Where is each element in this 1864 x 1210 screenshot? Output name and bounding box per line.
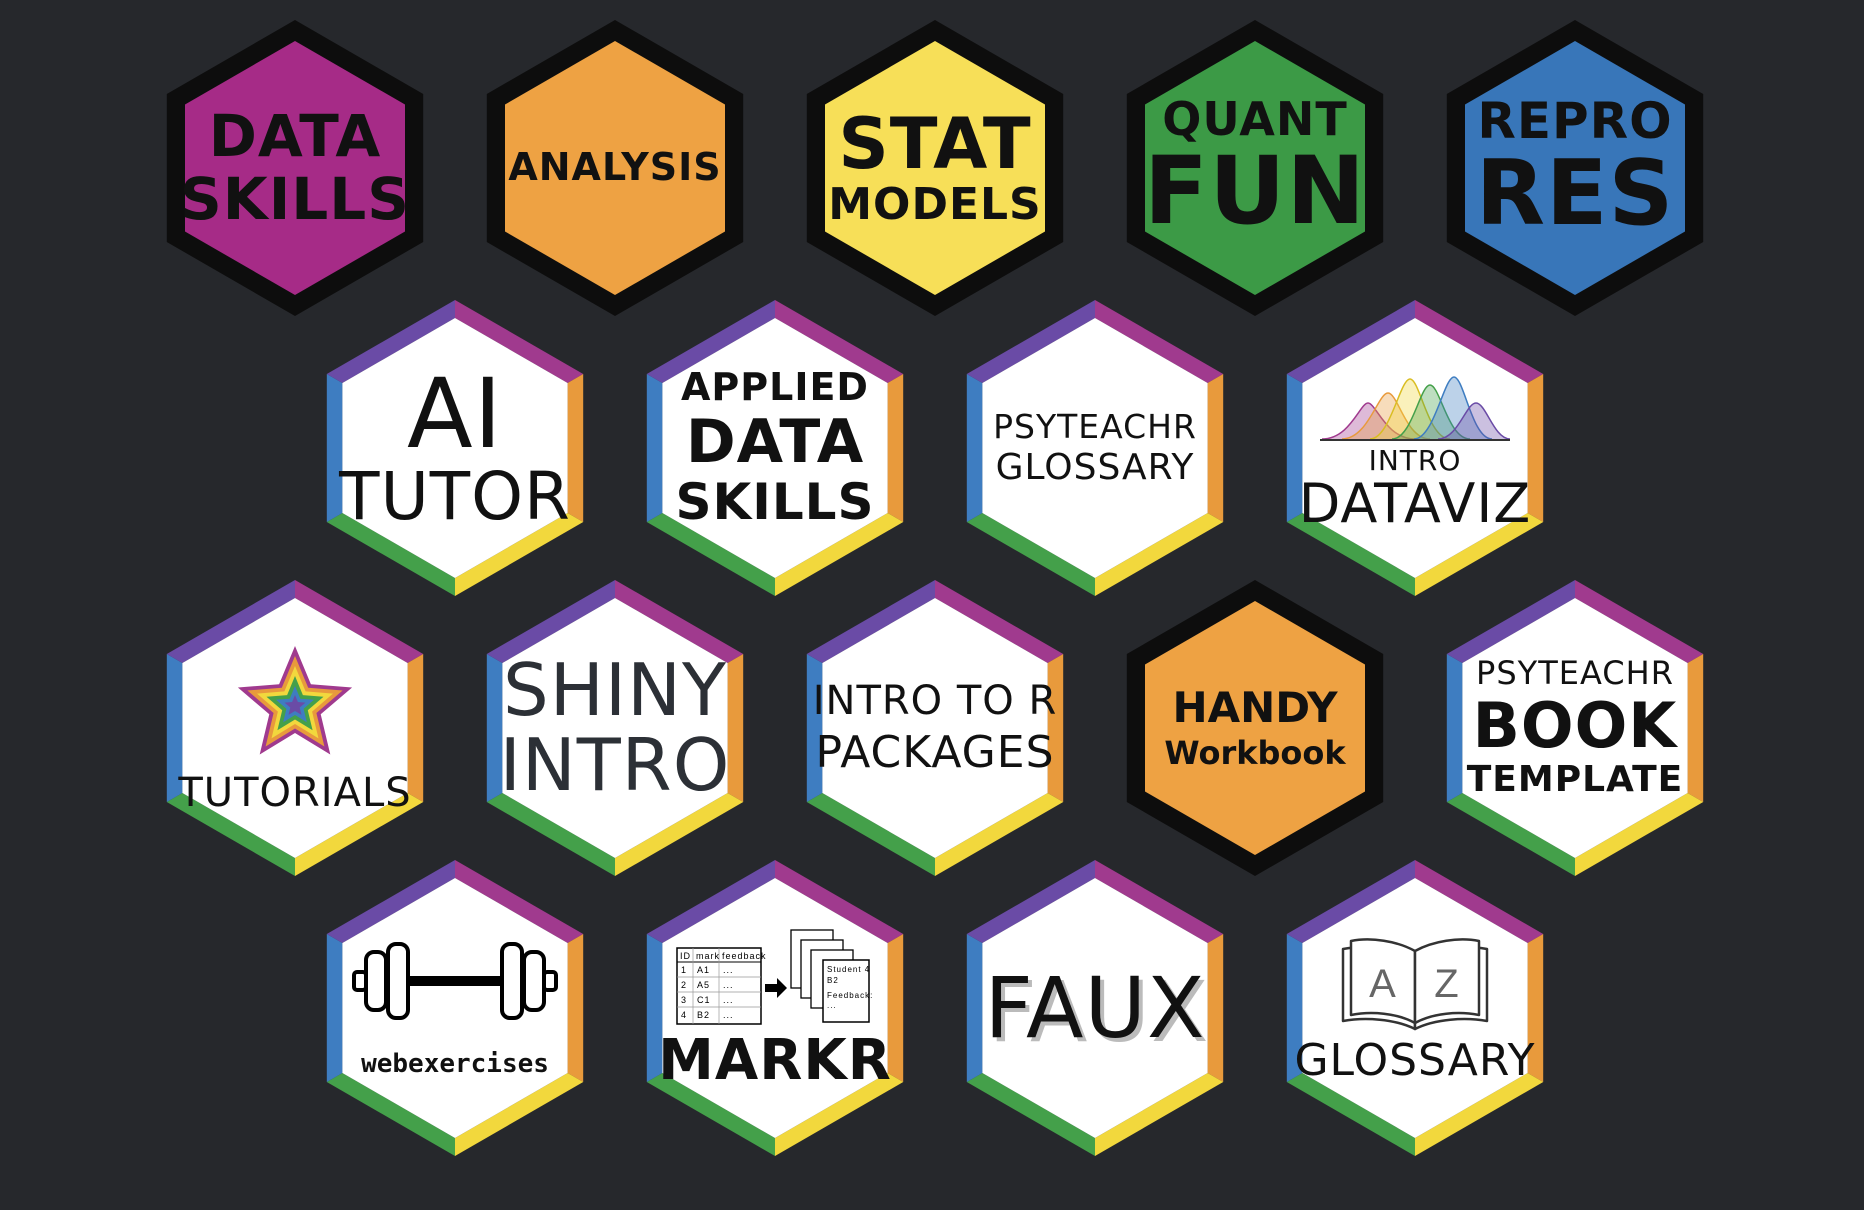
badge-applied-data-skills[interactable]: APPLIED DATA SKILLS (645, 298, 905, 598)
table-cell: A1 (697, 965, 710, 975)
table-cell: ... (723, 1010, 734, 1020)
badge-psyteachr-book-template[interactable]: PSYTEACHR BOOK TEMPLATE (1445, 578, 1705, 878)
table-cell: C1 (697, 995, 711, 1005)
badge-text: Workbook (1164, 733, 1346, 772)
hex-border-segment (1207, 934, 1224, 1082)
sheet-title: Student 4 (827, 965, 870, 974)
density-curves-icon (1320, 376, 1510, 441)
badge-text: GLOSSARY (995, 446, 1195, 488)
badge-quant-fun[interactable]: QUANT FUN (1125, 18, 1385, 318)
badge-webexercises[interactable]: webexercises (325, 858, 585, 1158)
hex-border-segment (887, 374, 904, 522)
badge-text: DATAVIZ (1298, 472, 1532, 536)
badge-text: REPRO (1477, 92, 1673, 151)
badge-text: MODELS (828, 178, 1042, 230)
badge-ai-tutor[interactable]: AI TUTOR (325, 298, 585, 598)
hex-border-segment (966, 374, 983, 522)
table-header-feedback: feedback (722, 951, 767, 961)
badge-tutorials[interactable]: TUTORIALS (165, 578, 425, 878)
open-book-icon: A Z (1341, 938, 1489, 1031)
badge-text: GLOSSARY (1294, 1035, 1536, 1087)
badge-text: TUTOR (339, 457, 571, 535)
badge-intro-to-r-packages[interactable]: INTRO TO R PACKAGES (805, 578, 1065, 878)
badge-text: INTRO (1368, 443, 1462, 477)
table-header-mark: mark (696, 951, 720, 961)
badge-text: BOOK (1472, 688, 1678, 762)
sheet-value: B2 (827, 976, 839, 985)
badge-faux[interactable]: FAUX (965, 858, 1225, 1158)
badge-text: PSYTEACHR (993, 407, 1197, 447)
hex-border-segment (646, 374, 663, 522)
sheet-feedback: Feedback: (827, 991, 873, 1000)
badge-psyteachr-glossary[interactable]: PSYTEACHR GLOSSARY (965, 298, 1225, 598)
badge-text: PACKAGES (815, 727, 1055, 779)
book-letter-right: Z (1434, 962, 1459, 1006)
hex-sticker-grid: DATA SKILLS ANALYSIS STAT MODELS QUANT F… (0, 0, 1864, 1210)
badge-text: DATA (208, 102, 382, 171)
badge-analysis[interactable]: ANALYSIS (485, 18, 745, 318)
badge-markr[interactable]: ID mark feedback 1 A1 ... 2 A5 ... 3 C1 … (645, 858, 905, 1158)
table-header-id: ID (680, 951, 691, 961)
badge-text: AI (407, 357, 503, 470)
book-letter-left: A (1369, 962, 1397, 1006)
table-cell: A5 (697, 980, 710, 990)
table-cell: 2 (681, 980, 687, 990)
badge-intro-dataviz[interactable]: INTRO DATAVIZ (1285, 298, 1545, 598)
badge-shiny-intro[interactable]: SHINY INTRO (485, 578, 745, 878)
hex-border-segment (567, 934, 584, 1082)
badge-text: QUANT (1162, 92, 1348, 147)
marking-sheets-icon: ID mark feedback 1 A1 ... 2 A5 ... 3 C1 … (676, 928, 873, 1025)
badge-text: DATA (685, 406, 865, 477)
table-cell: ... (723, 980, 734, 990)
hex-border-segment (966, 934, 983, 1082)
badge-text: TEMPLATE (1466, 759, 1684, 801)
badge-text: FUN (1143, 137, 1367, 247)
badge-text: INTRO TO R (812, 677, 1058, 724)
badge-text: HANDY (1172, 682, 1338, 732)
badge-text: ANALYSIS (508, 145, 722, 190)
badge-handy-workbook[interactable]: HANDY Workbook (1125, 578, 1385, 878)
badge-glossary[interactable]: A Z GLOSSARY (1285, 858, 1545, 1158)
table-cell: 3 (681, 995, 687, 1005)
badge-stat-models[interactable]: STAT MODELS (805, 18, 1065, 318)
badge-text: APPLIED (681, 365, 869, 410)
table-cell: ... (723, 965, 734, 975)
table-cell: ... (723, 995, 734, 1005)
badge-repro-res[interactable]: REPRO RES (1445, 18, 1705, 318)
badge-text: FAUX (984, 958, 1206, 1057)
table-cell: B2 (697, 1010, 710, 1020)
badge-text: TUTORIALS (178, 770, 412, 817)
arrow-right-icon (765, 977, 787, 998)
hex-border-segment (1446, 654, 1463, 802)
table-cell: 1 (681, 965, 687, 975)
badge-text: INTRO (499, 723, 731, 807)
badge-text: MARKR (658, 1027, 892, 1093)
badge-data-skills[interactable]: DATA SKILLS (165, 18, 425, 318)
sheet-dots: ... (827, 1001, 837, 1010)
badge-text: webexercises (361, 1049, 549, 1080)
badge-text: STAT (838, 103, 1032, 186)
hex-border-segment (1207, 374, 1224, 522)
badge-text: SKILLS (180, 165, 410, 233)
badge-text: SKILLS (675, 472, 875, 531)
rainbow-star-icon (237, 646, 353, 755)
table-cell: 4 (681, 1010, 687, 1020)
badge-text: RES (1475, 141, 1675, 247)
hex-border-segment (326, 934, 343, 1082)
badge-text: SHINY (503, 648, 727, 733)
barbell-icon (352, 942, 558, 1021)
badge-text: PSYTEACHR (1476, 654, 1674, 693)
hex-border-segment (1687, 654, 1704, 802)
